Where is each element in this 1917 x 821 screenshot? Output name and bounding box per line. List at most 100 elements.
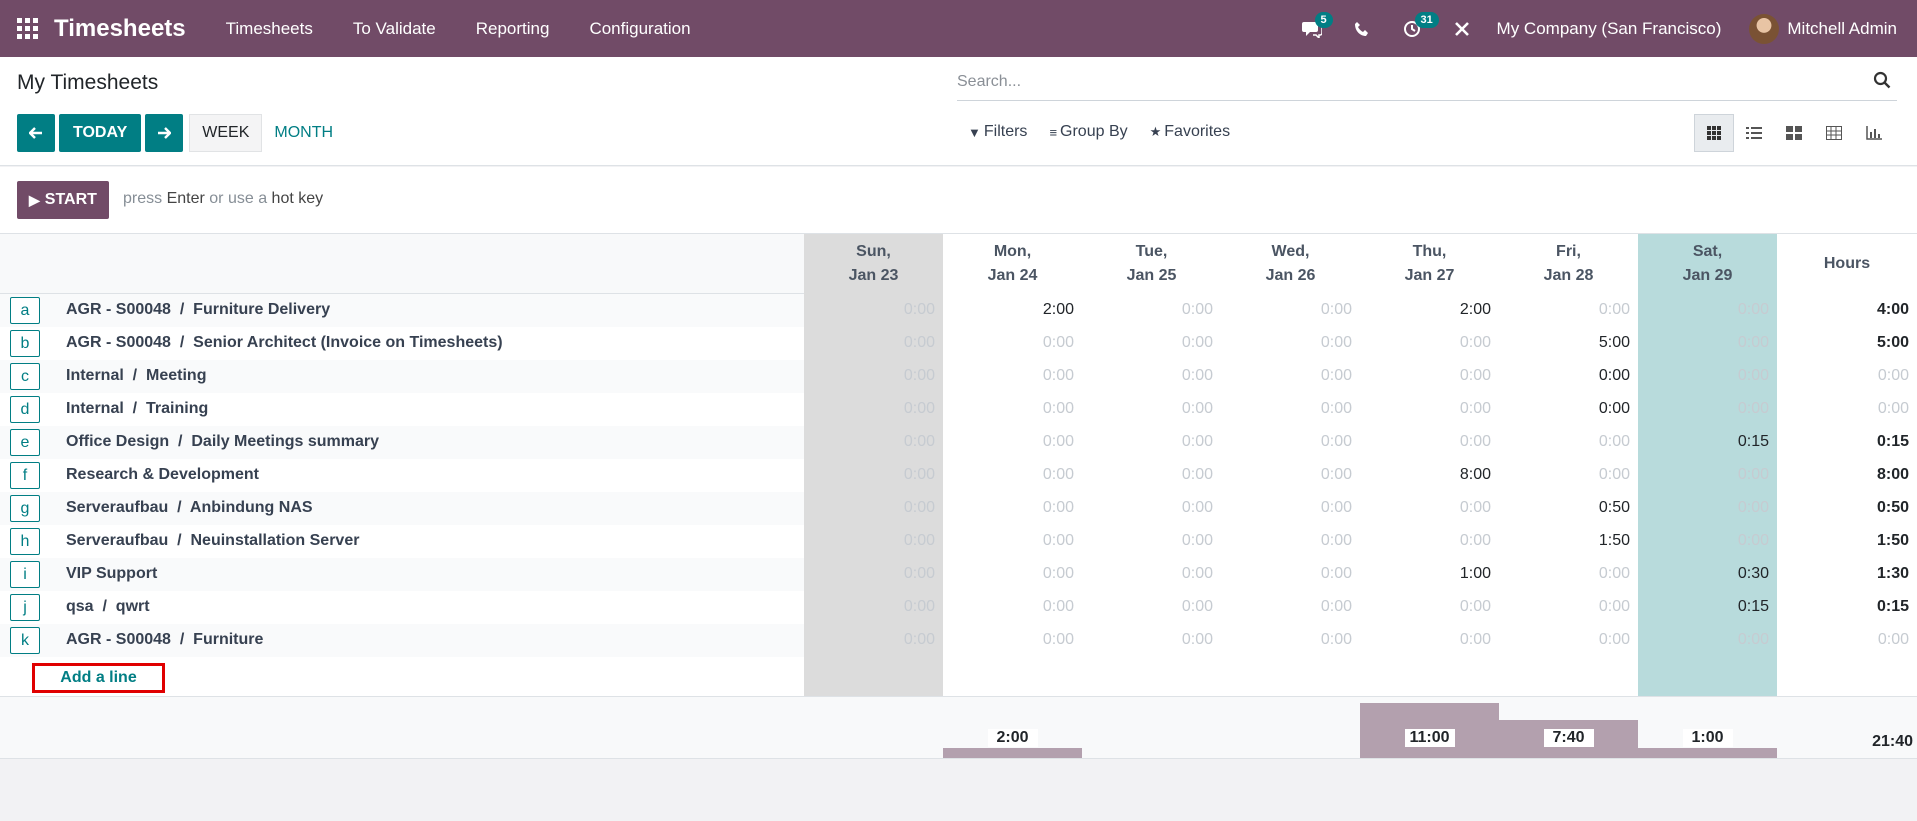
time-cell[interactable]: 8:00 [1361,466,1491,484]
favorites-button[interactable]: ★ Favorites [1150,123,1230,141]
time-cell[interactable]: 0:00 [1083,466,1213,484]
group-by-button[interactable]: ≡ Group By [1049,123,1127,141]
next-period-button[interactable] [145,114,184,152]
time-cell[interactable]: 0:00 [1361,499,1491,517]
time-cell[interactable]: 0:00 [805,466,935,484]
time-cell[interactable]: 0:00 [1500,301,1630,319]
time-cell[interactable]: 0:00 [1222,301,1352,319]
row-hotkey[interactable]: c [10,363,40,390]
menu-item-timesheets[interactable]: Timesheets [206,19,333,39]
time-cell[interactable]: 0:00 [1222,400,1352,418]
row-hotkey[interactable]: a [10,297,40,324]
row-hotkey[interactable]: g [10,495,40,522]
time-cell[interactable]: 0:00 [944,532,1074,550]
time-cell[interactable]: 0:00 [1500,433,1630,451]
time-cell[interactable]: 0:00 [1361,400,1491,418]
time-cell[interactable]: 0:00 [944,631,1074,649]
time-cell[interactable]: 0:00 [1639,631,1769,649]
time-cell[interactable]: 0:00 [805,301,935,319]
time-cell[interactable]: 0:00 [1361,334,1491,352]
time-cell[interactable]: 0:00 [805,367,935,385]
time-cell[interactable]: 0:00 [1222,631,1352,649]
time-cell[interactable]: 0:00 [1083,400,1213,418]
time-cell[interactable]: 0:00 [1222,334,1352,352]
time-cell[interactable]: 0:00 [1083,631,1213,649]
time-cell[interactable]: 0:00 [1222,565,1352,583]
week-scale-button[interactable]: WEEK [189,114,263,152]
menu-item-to-validate[interactable]: To Validate [333,19,456,39]
row-hotkey[interactable]: k [10,627,40,654]
row-hotkey[interactable]: e [10,429,40,456]
time-cell[interactable]: 2:00 [1361,301,1491,319]
search-icon[interactable] [1873,71,1891,94]
time-cell[interactable]: 0:00 [1500,565,1630,583]
start-timer-button[interactable]: ▶ START [17,181,109,219]
time-cell[interactable]: 0:00 [944,400,1074,418]
user-menu[interactable]: Mitchell Admin [1749,13,1917,44]
previous-period-button[interactable] [17,114,55,152]
row-hotkey[interactable]: j [10,594,40,621]
row-hotkey[interactable]: d [10,396,40,423]
time-cell[interactable]: 0:00 [1083,532,1213,550]
time-cell[interactable]: 0:00 [1361,433,1491,451]
time-cell[interactable]: 0:00 [1500,631,1630,649]
time-cell[interactable]: 1:50 [1500,532,1630,550]
time-cell[interactable]: 0:00 [1083,433,1213,451]
row-hotkey[interactable]: b [10,330,40,357]
time-cell[interactable]: 2:00 [944,301,1074,319]
time-cell[interactable]: 0:00 [1083,598,1213,616]
time-cell[interactable]: 0:00 [1639,532,1769,550]
time-cell[interactable]: 0:00 [805,598,935,616]
time-cell[interactable]: 0:00 [1222,433,1352,451]
time-cell[interactable]: 0:00 [1500,598,1630,616]
row-hotkey[interactable]: f [10,462,40,489]
menu-item-configuration[interactable]: Configuration [569,19,710,39]
time-cell[interactable]: 0:00 [944,565,1074,583]
time-cell[interactable]: 0:00 [1083,334,1213,352]
time-cell[interactable]: 0:00 [1361,532,1491,550]
time-cell[interactable]: 0:15 [1639,598,1769,616]
time-cell[interactable]: 0:00 [1500,367,1630,385]
time-cell[interactable]: 0:00 [1500,400,1630,418]
time-cell[interactable]: 0:00 [1361,631,1491,649]
time-cell[interactable]: 0:15 [1639,433,1769,451]
time-cell[interactable]: 0:00 [944,334,1074,352]
list-view-icon[interactable] [1734,114,1774,152]
company-switcher[interactable]: My Company (San Francisco) [1487,19,1750,39]
filters-button[interactable]: ▼ Filters [968,123,1027,141]
time-cell[interactable]: 0:00 [1639,334,1769,352]
menu-item-reporting[interactable]: Reporting [456,19,570,39]
time-cell[interactable]: 0:00 [1500,466,1630,484]
time-cell[interactable]: 0:00 [944,466,1074,484]
time-cell[interactable]: 0:00 [805,334,935,352]
time-cell[interactable]: 0:00 [1083,499,1213,517]
time-cell[interactable]: 0:00 [944,598,1074,616]
add-a-line-button[interactable]: Add a line [32,663,165,693]
apps-menu-icon[interactable] [0,0,54,57]
time-cell[interactable]: 0:00 [1083,301,1213,319]
time-cell[interactable]: 0:00 [1083,565,1213,583]
time-cell[interactable]: 0:00 [1083,367,1213,385]
pivot-view-icon[interactable] [1814,114,1854,152]
time-cell[interactable]: 0:30 [1639,565,1769,583]
time-cell[interactable]: 0:00 [805,499,935,517]
time-cell[interactable]: 0:00 [944,433,1074,451]
today-button[interactable]: TODAY [59,114,142,152]
time-cell[interactable]: 0:00 [944,367,1074,385]
time-cell[interactable]: 0:00 [1222,499,1352,517]
time-cell[interactable]: 0:00 [1222,532,1352,550]
app-brand[interactable]: Timesheets [54,15,186,43]
time-cell[interactable]: 0:50 [1500,499,1630,517]
activities-icon[interactable]: 31 [1387,0,1439,57]
time-cell[interactable]: 0:00 [1639,466,1769,484]
time-cell[interactable]: 0:00 [1639,301,1769,319]
debug-tools-icon[interactable] [1437,0,1487,57]
time-cell[interactable]: 1:00 [1361,565,1491,583]
time-cell[interactable]: 0:00 [1222,466,1352,484]
graph-view-icon[interactable] [1854,114,1894,152]
time-cell[interactable]: 0:00 [1361,367,1491,385]
time-cell[interactable]: 0:00 [1222,598,1352,616]
time-cell[interactable]: 0:00 [805,433,935,451]
time-cell[interactable]: 0:00 [805,400,935,418]
messages-icon[interactable]: 5 [1287,0,1337,57]
